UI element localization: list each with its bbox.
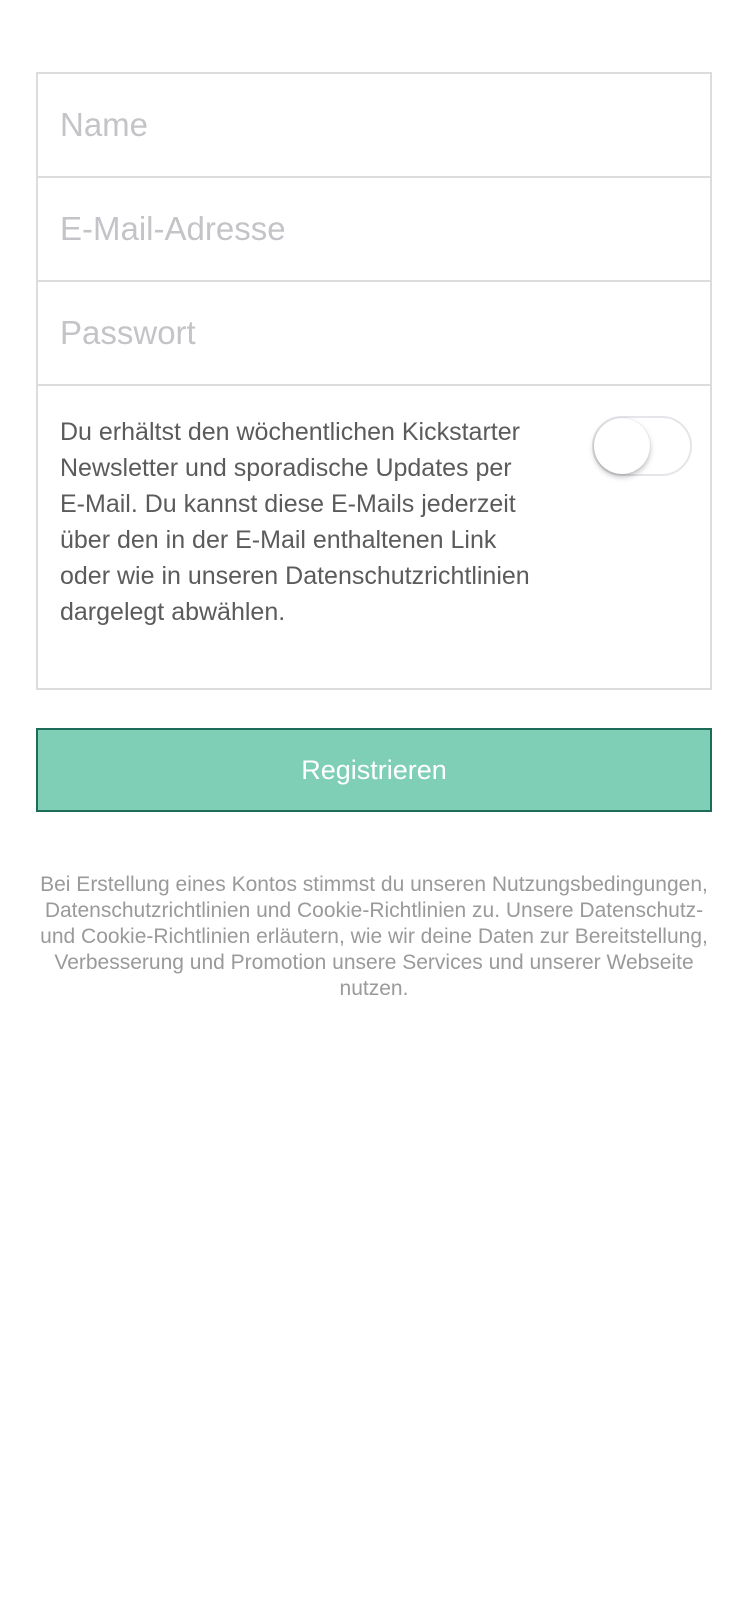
password-input[interactable] xyxy=(38,282,710,384)
password-field-row xyxy=(38,282,710,386)
newsletter-row: Du erhältst den wöchentlichen Kickstarte… xyxy=(38,386,710,688)
name-input[interactable] xyxy=(38,74,710,176)
name-field-row xyxy=(38,74,710,178)
newsletter-description: Du erhältst den wöchentlichen Kickstarte… xyxy=(60,418,530,626)
toggle-knob xyxy=(594,418,650,474)
register-button[interactable]: Registrieren xyxy=(36,728,712,812)
register-button-label: Registrieren xyxy=(301,754,447,785)
email-input[interactable] xyxy=(38,178,710,280)
newsletter-toggle[interactable] xyxy=(592,416,692,476)
email-field-row xyxy=(38,178,710,282)
terms-notice: Bei Erstellung eines Kontos stimmst du u… xyxy=(40,873,708,1000)
signup-form: Du erhältst den wöchentlichen Kickstarte… xyxy=(36,72,712,690)
